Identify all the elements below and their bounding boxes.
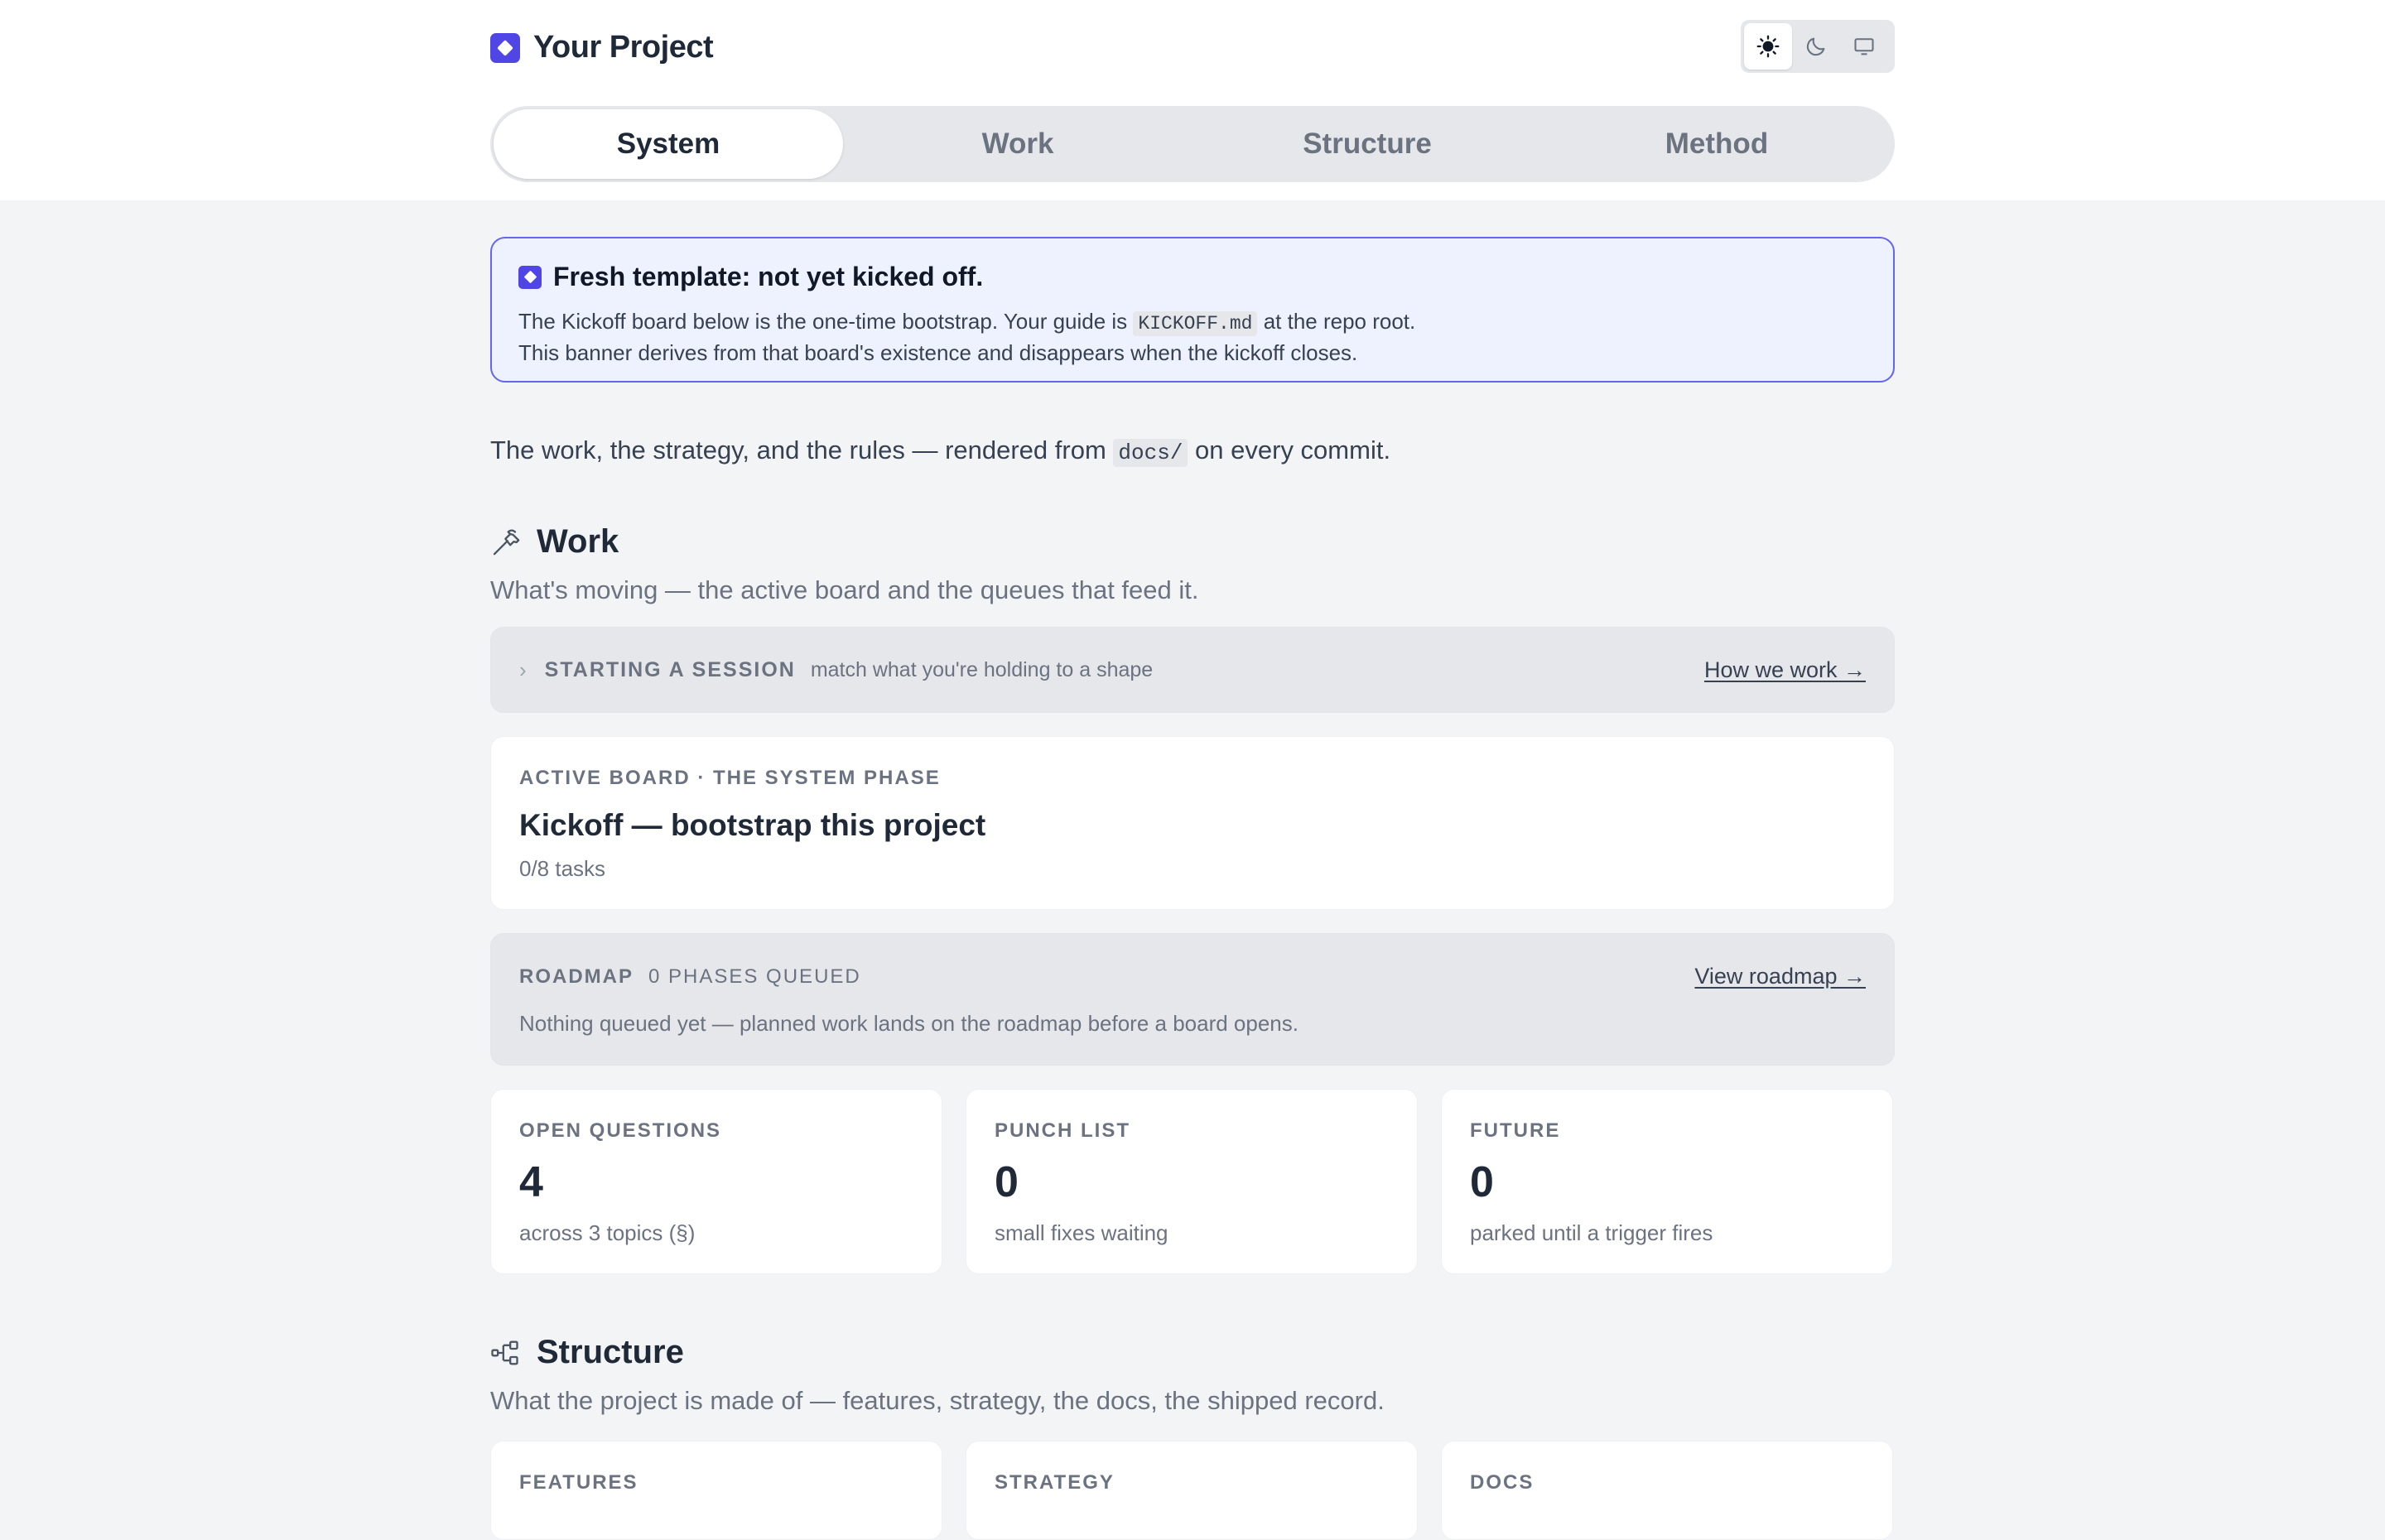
card-label: FEATURES <box>519 1471 638 1494</box>
roadmap-count: 0 PHASES QUEUED <box>648 965 861 988</box>
roadmap-panel: ROADMAP 0 PHASES QUEUED View roadmap → N… <box>490 933 1895 1066</box>
logo-icon <box>490 32 520 63</box>
lede-text: The work, the strategy, and the rules — … <box>490 436 1106 464</box>
system-theme-button[interactable] <box>1840 23 1888 70</box>
top-header: Your Project System Work Structure Metho… <box>0 0 2385 200</box>
active-board-title: Kickoff — bootstrap this project <box>519 808 986 842</box>
punch-list-card[interactable]: PUNCH LIST 0 small fixes waiting <box>966 1089 1418 1274</box>
work-section-title: Work <box>537 523 619 560</box>
app-title: Your Project <box>533 30 714 65</box>
stat-label: PUNCH LIST <box>995 1119 1130 1142</box>
logo-icon <box>518 265 542 289</box>
roadmap-label: ROADMAP <box>519 965 634 988</box>
page-lede: The work, the strategy, and the rules — … <box>490 436 1895 467</box>
work-section-subtitle: What's moving — the active board and the… <box>490 575 1199 604</box>
view-roadmap-link[interactable]: View roadmap → <box>1694 964 1866 989</box>
roadmap-empty-text: Nothing queued yet — planned work lands … <box>519 1011 1298 1036</box>
active-board-task-count: 0/8 tasks <box>519 856 606 881</box>
banner-body: The Kickoff board below is the one-time … <box>518 307 1867 368</box>
stat-subtext: across 3 topics (§) <box>519 1220 696 1245</box>
stat-label: FUTURE <box>1470 1119 1561 1142</box>
card-label: STRATEGY <box>995 1471 1115 1494</box>
tab-work[interactable]: Work <box>843 109 1192 179</box>
structure-section-title: Structure <box>537 1334 684 1370</box>
stat-value: 4 <box>519 1158 543 1206</box>
main-content: Fresh template: not yet kicked off. The … <box>490 237 1895 1540</box>
banner-text: at the repo root. <box>1263 309 1416 334</box>
monitor-icon <box>1854 38 1874 55</box>
session-label: STARTING A SESSION <box>544 657 796 681</box>
light-theme-button[interactable] <box>1744 23 1792 70</box>
docs-path-code: docs/ <box>1113 439 1188 467</box>
stat-subtext: small fixes waiting <box>995 1220 1168 1245</box>
tab-structure[interactable]: Structure <box>1192 109 1542 179</box>
session-description: match what you're holding to a shape <box>810 657 1154 681</box>
card-label: DOCS <box>1470 1471 1535 1494</box>
theme-toggle <box>1741 20 1895 73</box>
banner-text: This banner derives from that board's ex… <box>518 340 1358 365</box>
tab-system[interactable]: System <box>494 109 843 179</box>
features-card[interactable]: FEATURES <box>490 1441 942 1540</box>
stat-subtext: parked until a trigger fires <box>1470 1220 1713 1245</box>
future-card[interactable]: FUTURE 0 parked until a trigger fires <box>1441 1089 1893 1274</box>
starting-session-disclosure[interactable]: › STARTING A SESSION match what you're h… <box>490 627 1895 713</box>
kickoff-file-code: KICKOFF.md <box>1133 311 1258 336</box>
banner-text: The Kickoff board below is the one-time … <box>518 309 1128 334</box>
stat-value: 0 <box>1470 1158 1494 1206</box>
structure-cards: FEATURES STRATEGY DOCS <box>490 1441 1895 1540</box>
chevron-right-icon: › <box>519 657 527 682</box>
active-board-eyebrow: ACTIVE BOARD · THE SYSTEM PHASE <box>519 767 941 789</box>
banner-title: Fresh template: not yet kicked off. <box>553 262 984 291</box>
main-tabs: System Work Structure Method <box>490 106 1895 182</box>
work-section: Work What's moving — the active board an… <box>490 523 1895 1274</box>
hierarchy-icon <box>491 1340 518 1364</box>
structure-section: Structure What the project is made of — … <box>490 1334 1895 1540</box>
strategy-card[interactable]: STRATEGY <box>966 1441 1418 1540</box>
active-board-card[interactable]: ACTIVE BOARD · THE SYSTEM PHASE Kickoff … <box>490 736 1895 910</box>
structure-section-subtitle: What the project is made of — features, … <box>490 1386 1385 1415</box>
work-stats: OPEN QUESTIONS 4 across 3 topics (§) PUN… <box>490 1089 1895 1274</box>
open-questions-card[interactable]: OPEN QUESTIONS 4 across 3 topics (§) <box>490 1089 942 1274</box>
moon-icon <box>1806 37 1825 56</box>
hammer-icon <box>493 528 520 555</box>
how-we-work-link[interactable]: How we work → <box>1704 657 1866 683</box>
brand[interactable]: Your Project <box>490 30 714 65</box>
stat-label: OPEN QUESTIONS <box>519 1119 722 1142</box>
tab-method[interactable]: Method <box>1542 109 1891 179</box>
lede-text: on every commit. <box>1195 436 1391 464</box>
kickoff-banner: Fresh template: not yet kicked off. The … <box>490 237 1895 383</box>
docs-card[interactable]: DOCS <box>1441 1441 1893 1540</box>
sun-icon <box>1756 35 1780 58</box>
stat-value: 0 <box>995 1158 1019 1206</box>
dark-theme-button[interactable] <box>1792 23 1840 70</box>
